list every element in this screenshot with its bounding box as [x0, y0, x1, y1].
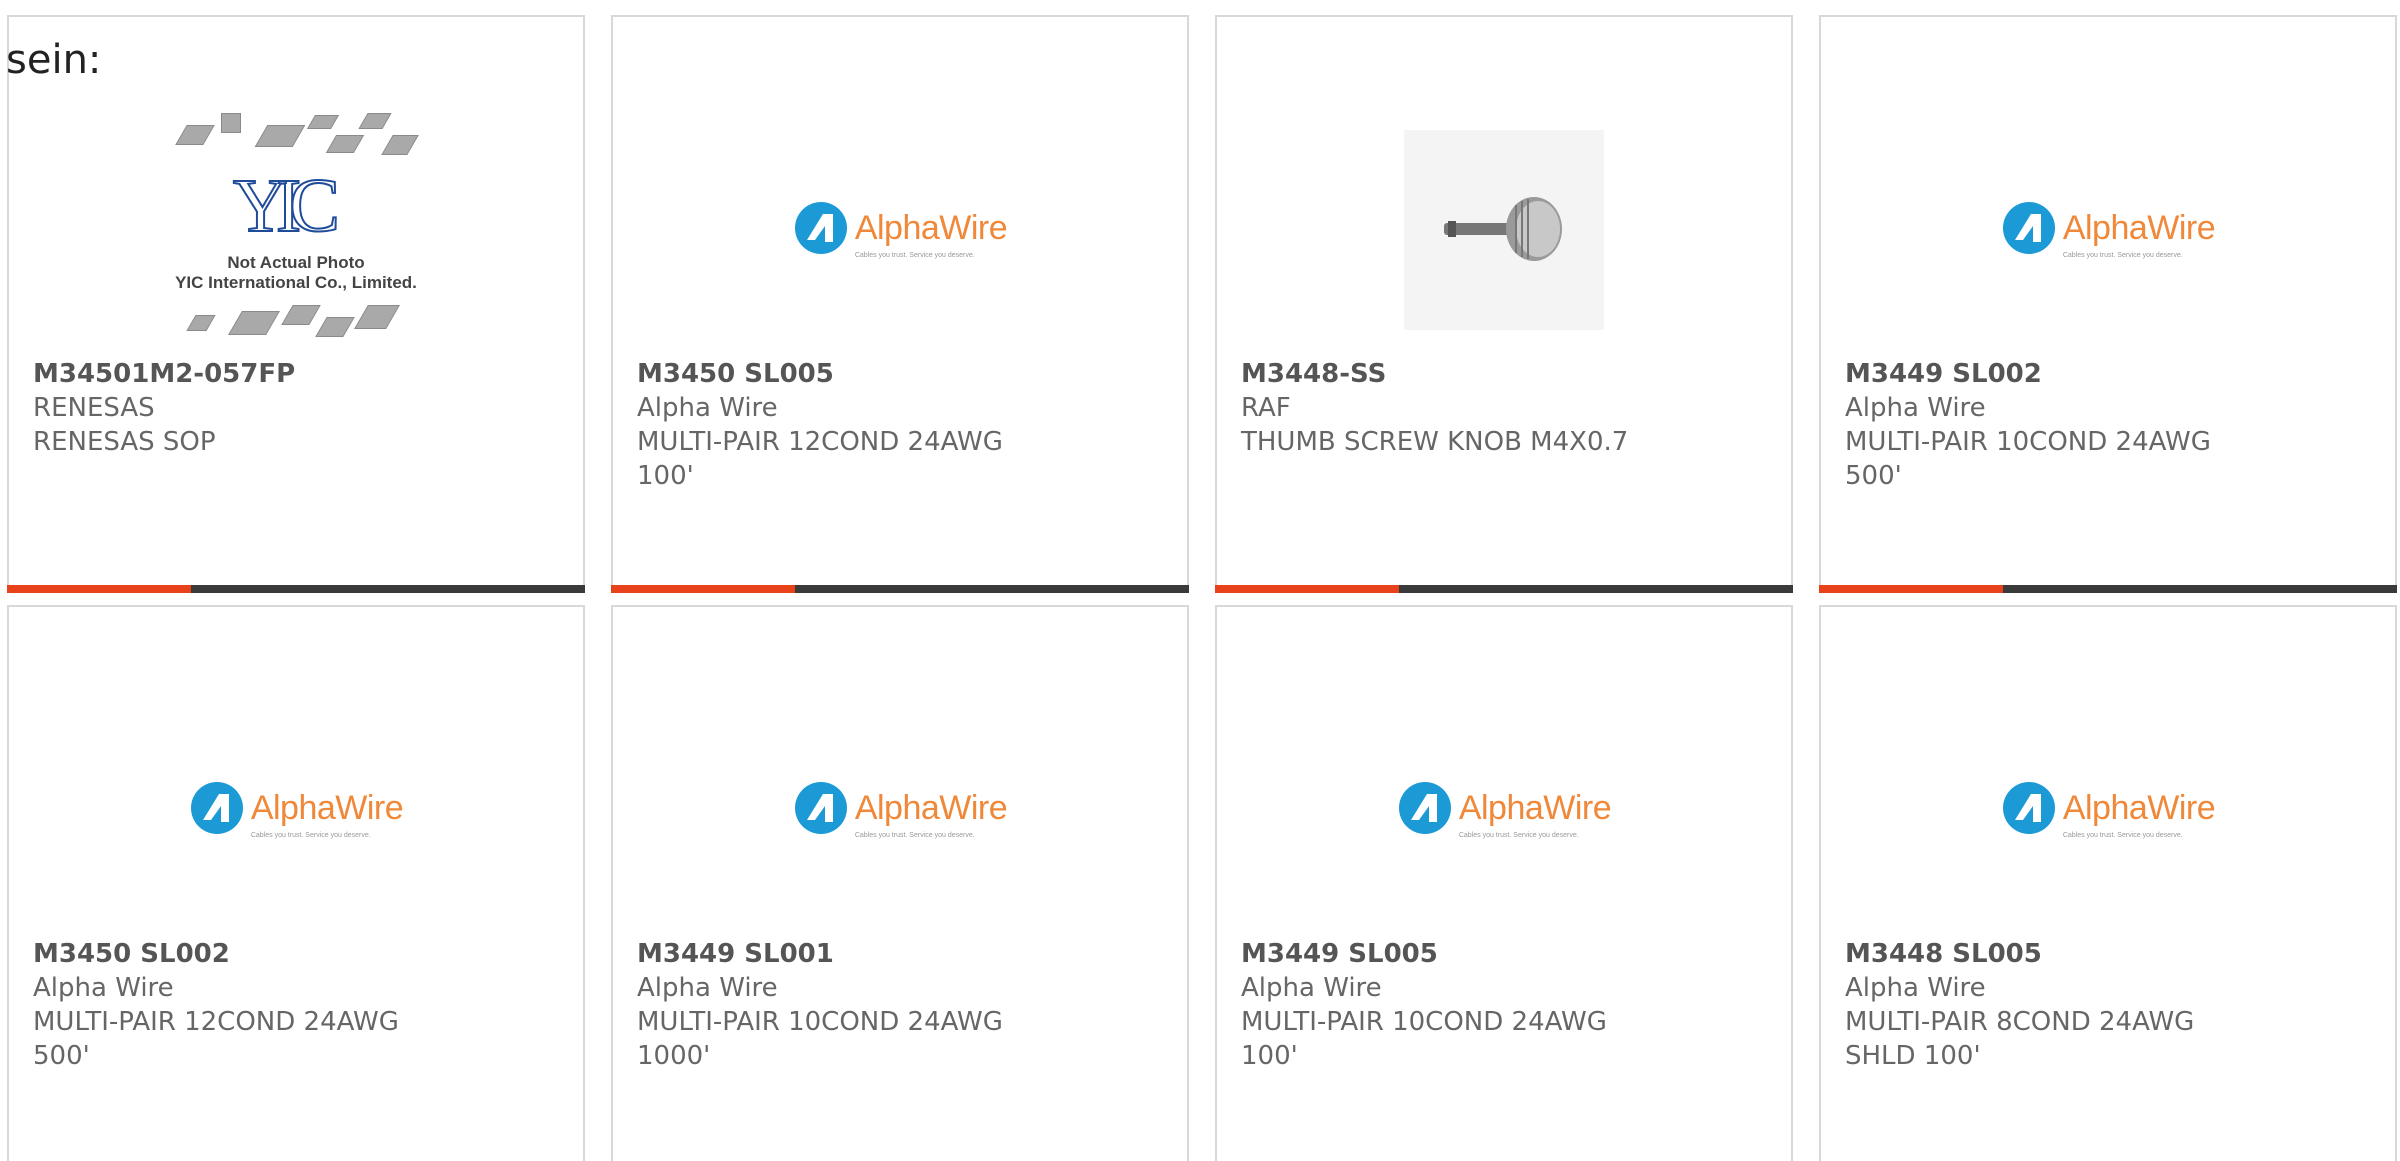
description: MULTI-PAIR 10COND 24AWG: [637, 1007, 1003, 1037]
product-image[interactable]: YIC Not Actual Photo YIC International C…: [9, 97, 583, 362]
alphawire-logo: AlphaWire Cables you trust. Service you …: [793, 200, 1008, 259]
description-extra: 100': [637, 461, 694, 491]
product-card[interactable]: AlphaWire Cables you trust. Service you …: [611, 605, 1189, 1161]
product-card[interactable]: AlphaWire Cables you trust. Service you …: [611, 15, 1189, 593]
manufacturer: RAF: [1241, 393, 1291, 423]
description: MULTI-PAIR 12COND 24AWG: [637, 427, 1003, 457]
description-extra: 1000': [637, 1041, 711, 1071]
alphawire-logo: AlphaWire Cables you trust. Service you …: [793, 780, 1008, 839]
alphawire-mark-icon: [2002, 202, 2055, 254]
part-number-link[interactable]: M34501M2-057FP: [33, 357, 513, 391]
product-card[interactable]: AlphaWire Cables you trust. Service you …: [7, 605, 585, 1161]
product-image[interactable]: AlphaWire Cables you trust. Service you …: [1217, 677, 1791, 942]
card-bottom-bar: [611, 585, 1189, 593]
thumb-screw-icon: [1444, 196, 1562, 261]
manufacturer: Alpha Wire: [637, 973, 778, 1003]
placeholder-company: YIC International Co., Limited.: [175, 272, 417, 292]
product-card[interactable]: YIC Not Actual Photo YIC International C…: [7, 15, 585, 593]
description: MULTI-PAIR 12COND 24AWG: [33, 1007, 399, 1037]
description-extra: 500': [1845, 461, 1902, 491]
yic-logo: YIC: [232, 163, 341, 249]
product-image[interactable]: AlphaWire Cables you trust. Service you …: [1821, 677, 2395, 942]
product-image[interactable]: AlphaWire Cables you trust. Service you …: [9, 677, 583, 942]
manufacturer: Alpha Wire: [1241, 973, 1382, 1003]
alphawire-logo: AlphaWire Cables you trust. Service you …: [2001, 780, 2216, 839]
manufacturer: Alpha Wire: [1845, 973, 1986, 1003]
manufacturer: Alpha Wire: [33, 973, 174, 1003]
part-number-link[interactable]: M3449 SL005: [1241, 937, 1721, 971]
placeholder-note: Not Actual Photo: [227, 252, 365, 272]
description: MULTI-PAIR 10COND 24AWG: [1845, 427, 2211, 457]
lead-text: sein:: [6, 37, 102, 83]
manufacturer: Alpha Wire: [1845, 393, 1986, 423]
manufacturer: Alpha Wire: [637, 393, 778, 423]
alphawire-mark-icon: [794, 202, 847, 254]
product-card[interactable]: AlphaWire Cables you trust. Service you …: [1215, 605, 1793, 1161]
yic-placeholder-image: YIC Not Actual Photo YIC International C…: [151, 105, 441, 355]
product-image[interactable]: AlphaWire Cables you trust. Service you …: [613, 97, 1187, 362]
alphawire-logo: AlphaWire Cables you trust. Service you …: [189, 780, 404, 839]
card-bottom-bar: [7, 585, 585, 593]
part-number-link[interactable]: M3449 SL001: [637, 937, 1117, 971]
part-number-link[interactable]: M3449 SL002: [1845, 357, 2325, 391]
product-image[interactable]: AlphaWire Cables you trust. Service you …: [613, 677, 1187, 942]
description: THUMB SCREW KNOB M4X0.7: [1241, 427, 1629, 457]
description: MULTI-PAIR 10COND 24AWG: [1241, 1007, 1607, 1037]
product-card[interactable]: M3448-SS RAF THUMB SCREW KNOB M4X0.7: [1215, 15, 1793, 593]
alphawire-mark-icon: [794, 782, 847, 834]
description: RENESAS SOP: [33, 427, 216, 457]
description-extra: 100': [1241, 1041, 1298, 1071]
part-number-link[interactable]: M3450 SL002: [33, 937, 513, 971]
description-extra: SHLD 100': [1845, 1041, 1981, 1071]
product-card[interactable]: AlphaWire Cables you trust. Service you …: [1819, 15, 2397, 593]
alphawire-logo: AlphaWire Cables you trust. Service you …: [1397, 780, 1612, 839]
product-image[interactable]: AlphaWire Cables you trust. Service you …: [1821, 97, 2395, 362]
product-grid: YIC Not Actual Photo YIC International C…: [0, 0, 2400, 1161]
part-number-link[interactable]: M3448 SL005: [1845, 937, 2325, 971]
description: MULTI-PAIR 8COND 24AWG: [1845, 1007, 2195, 1037]
description-extra: 500': [33, 1041, 90, 1071]
alphawire-logo: AlphaWire Cables you trust. Service you …: [2001, 200, 2216, 259]
manufacturer: RENESAS: [33, 393, 155, 423]
alphawire-mark-icon: [2002, 782, 2055, 834]
product-image[interactable]: [1217, 97, 1791, 362]
thumb-screw-photo: [1404, 129, 1604, 330]
alphawire-mark-icon: [190, 782, 243, 834]
part-number-link[interactable]: M3450 SL005: [637, 357, 1117, 391]
card-bottom-bar: [1819, 585, 2397, 593]
card-bottom-bar: [1215, 585, 1793, 593]
part-number-link[interactable]: M3448-SS: [1241, 357, 1721, 391]
product-card[interactable]: AlphaWire Cables you trust. Service you …: [1819, 605, 2397, 1161]
alphawire-mark-icon: [1398, 782, 1451, 834]
